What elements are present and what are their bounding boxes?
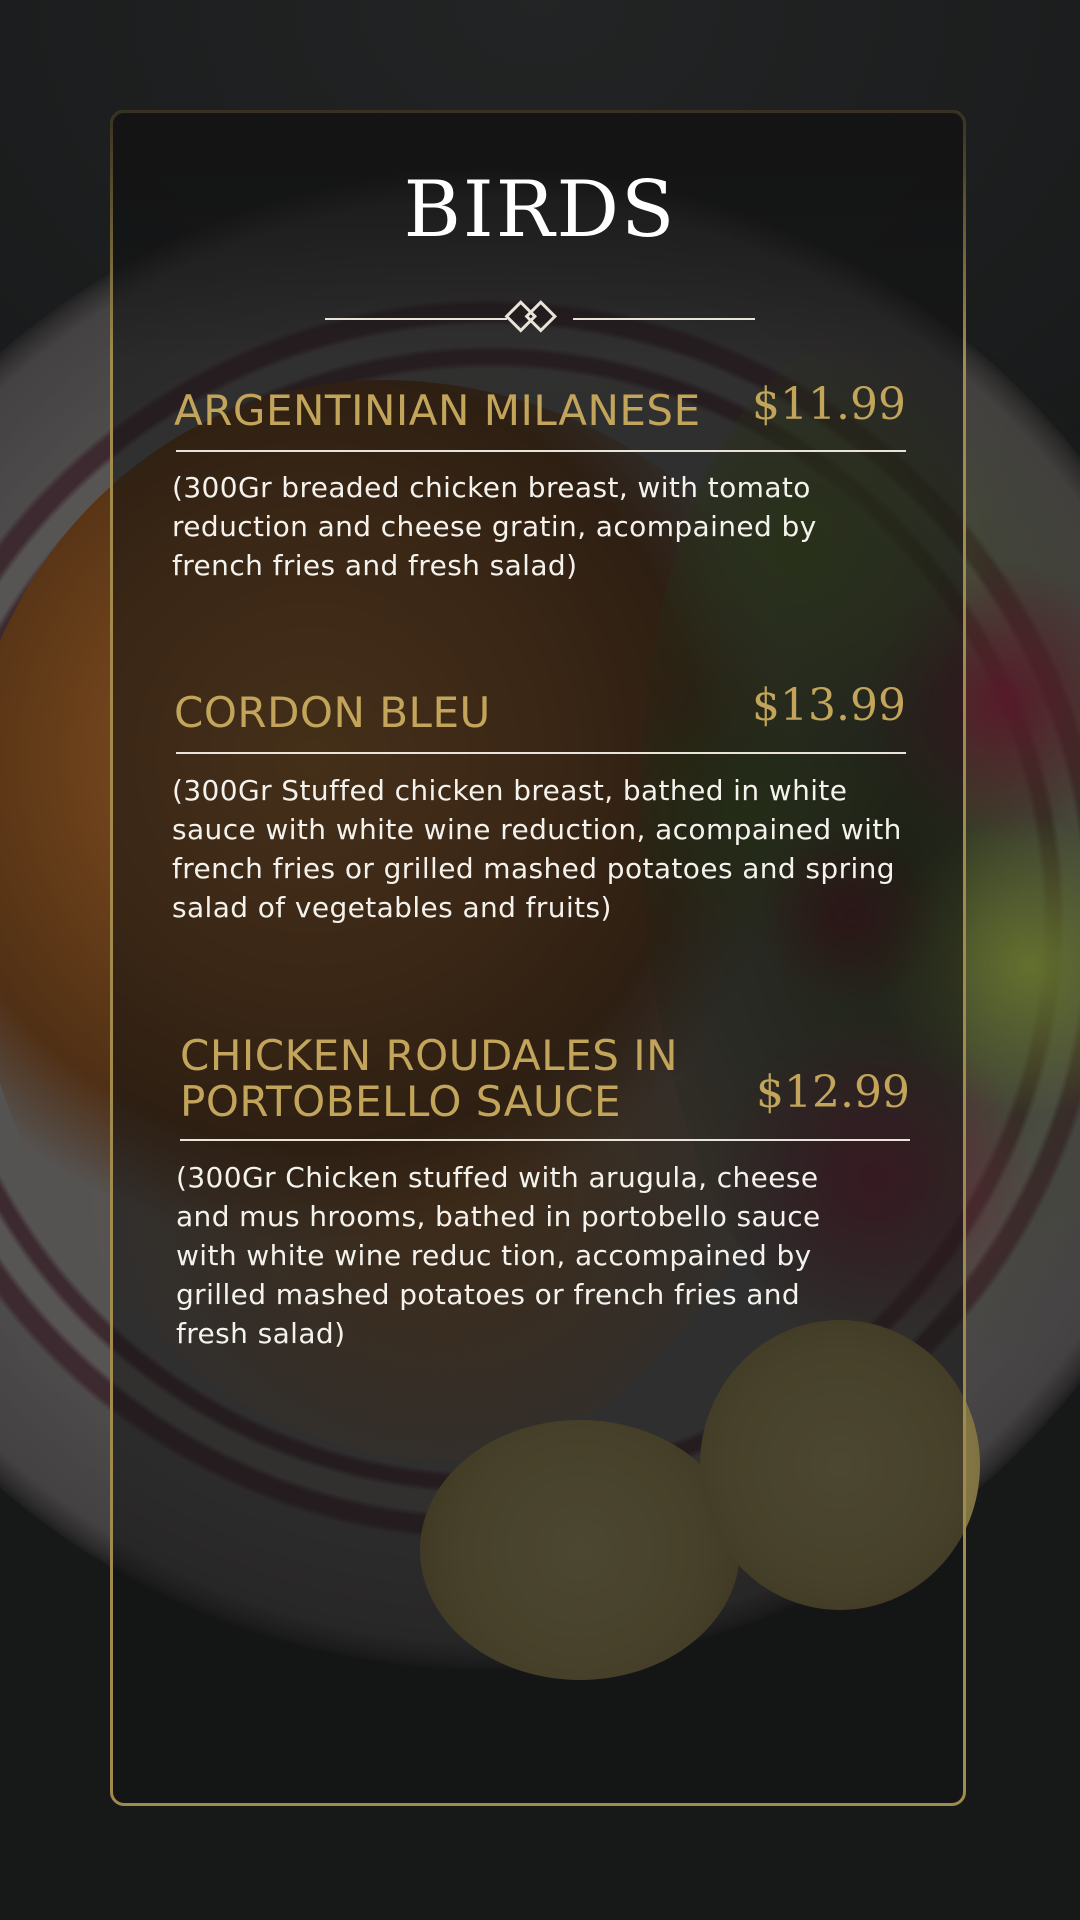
item-price: $12.99	[756, 1067, 910, 1118]
menu-title: BIRDS	[403, 165, 677, 255]
item-description: (300Gr Chicken stuffed with arugula, che…	[176, 1161, 821, 1350]
menu-panel	[110, 110, 966, 1806]
item-name-line-2: PORTOBELLO SAUCE	[180, 1077, 622, 1126]
item-name-line-1: CHICKEN ROUDALES IN	[180, 1031, 679, 1080]
item-name: ARGENTINIAN MILANESE	[174, 386, 701, 435]
item-price: $11.99	[752, 379, 906, 430]
item-name: CORDON BLEU	[174, 688, 491, 737]
item-divider	[176, 450, 906, 452]
item-price: $13.99	[752, 680, 906, 731]
item-description: (300Gr breaded chicken breast, with toma…	[172, 471, 817, 582]
ornament-divider-icon	[325, 300, 755, 333]
item-description: (300Gr Stuffed chicken breast, bathed in…	[172, 774, 902, 924]
item-divider	[176, 752, 906, 754]
item-divider	[180, 1139, 910, 1141]
